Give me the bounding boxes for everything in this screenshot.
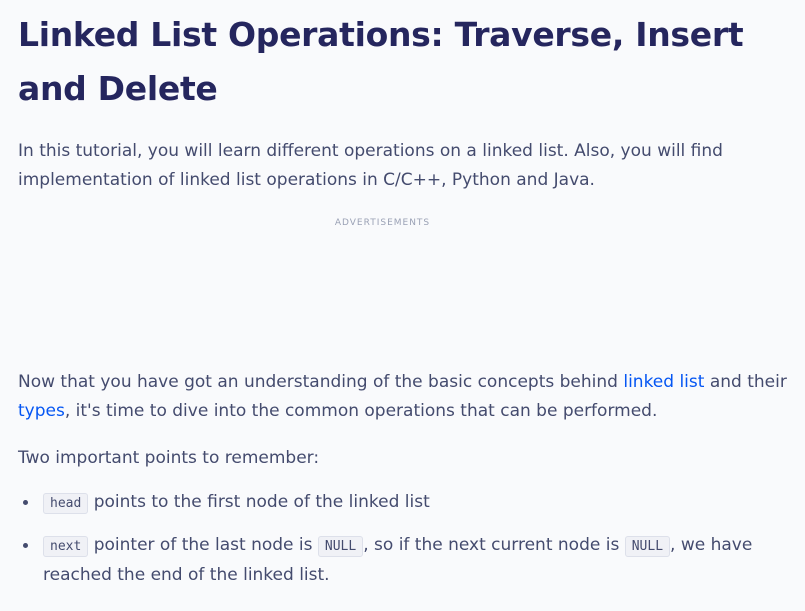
overview-text-3: , it's time to dive into the common oper…	[64, 401, 658, 421]
bullet-icon	[23, 543, 28, 548]
code-head: head	[43, 493, 89, 514]
advertisements-label: ADVERTISEMENTS	[334, 218, 431, 228]
article-page: Linked List Operations: Traverse, Insert…	[0, 0, 805, 611]
point-text: , so if the next current node is	[363, 535, 625, 555]
list-item: next pointer of the last node is NULL, s…	[18, 531, 788, 590]
linked-list-link[interactable]: linked list	[623, 372, 704, 392]
overview-paragraph: Now that you have got an understanding o…	[18, 368, 788, 426]
point-text: pointer of the last node is	[88, 535, 318, 555]
points-list: head points to the first node of the lin…	[18, 488, 788, 603]
page-title: Linked List Operations: Traverse, Insert…	[18, 15, 744, 108]
code-next: next	[43, 536, 89, 557]
code-null: NULL	[624, 536, 671, 557]
types-link[interactable]: types	[18, 401, 65, 421]
bullet-icon	[23, 500, 28, 505]
overview-text-2: and their	[704, 372, 787, 392]
overview-text-1: Now that you have got an understanding o…	[18, 372, 624, 392]
points-intro: Two important points to remember:	[18, 448, 320, 468]
point-text: points to the first node of the linked l…	[88, 492, 430, 512]
list-item: head points to the first node of the lin…	[18, 488, 788, 518]
code-null: NULL	[317, 536, 364, 557]
intro-paragraph: In this tutorial, you will learn differe…	[18, 141, 723, 190]
